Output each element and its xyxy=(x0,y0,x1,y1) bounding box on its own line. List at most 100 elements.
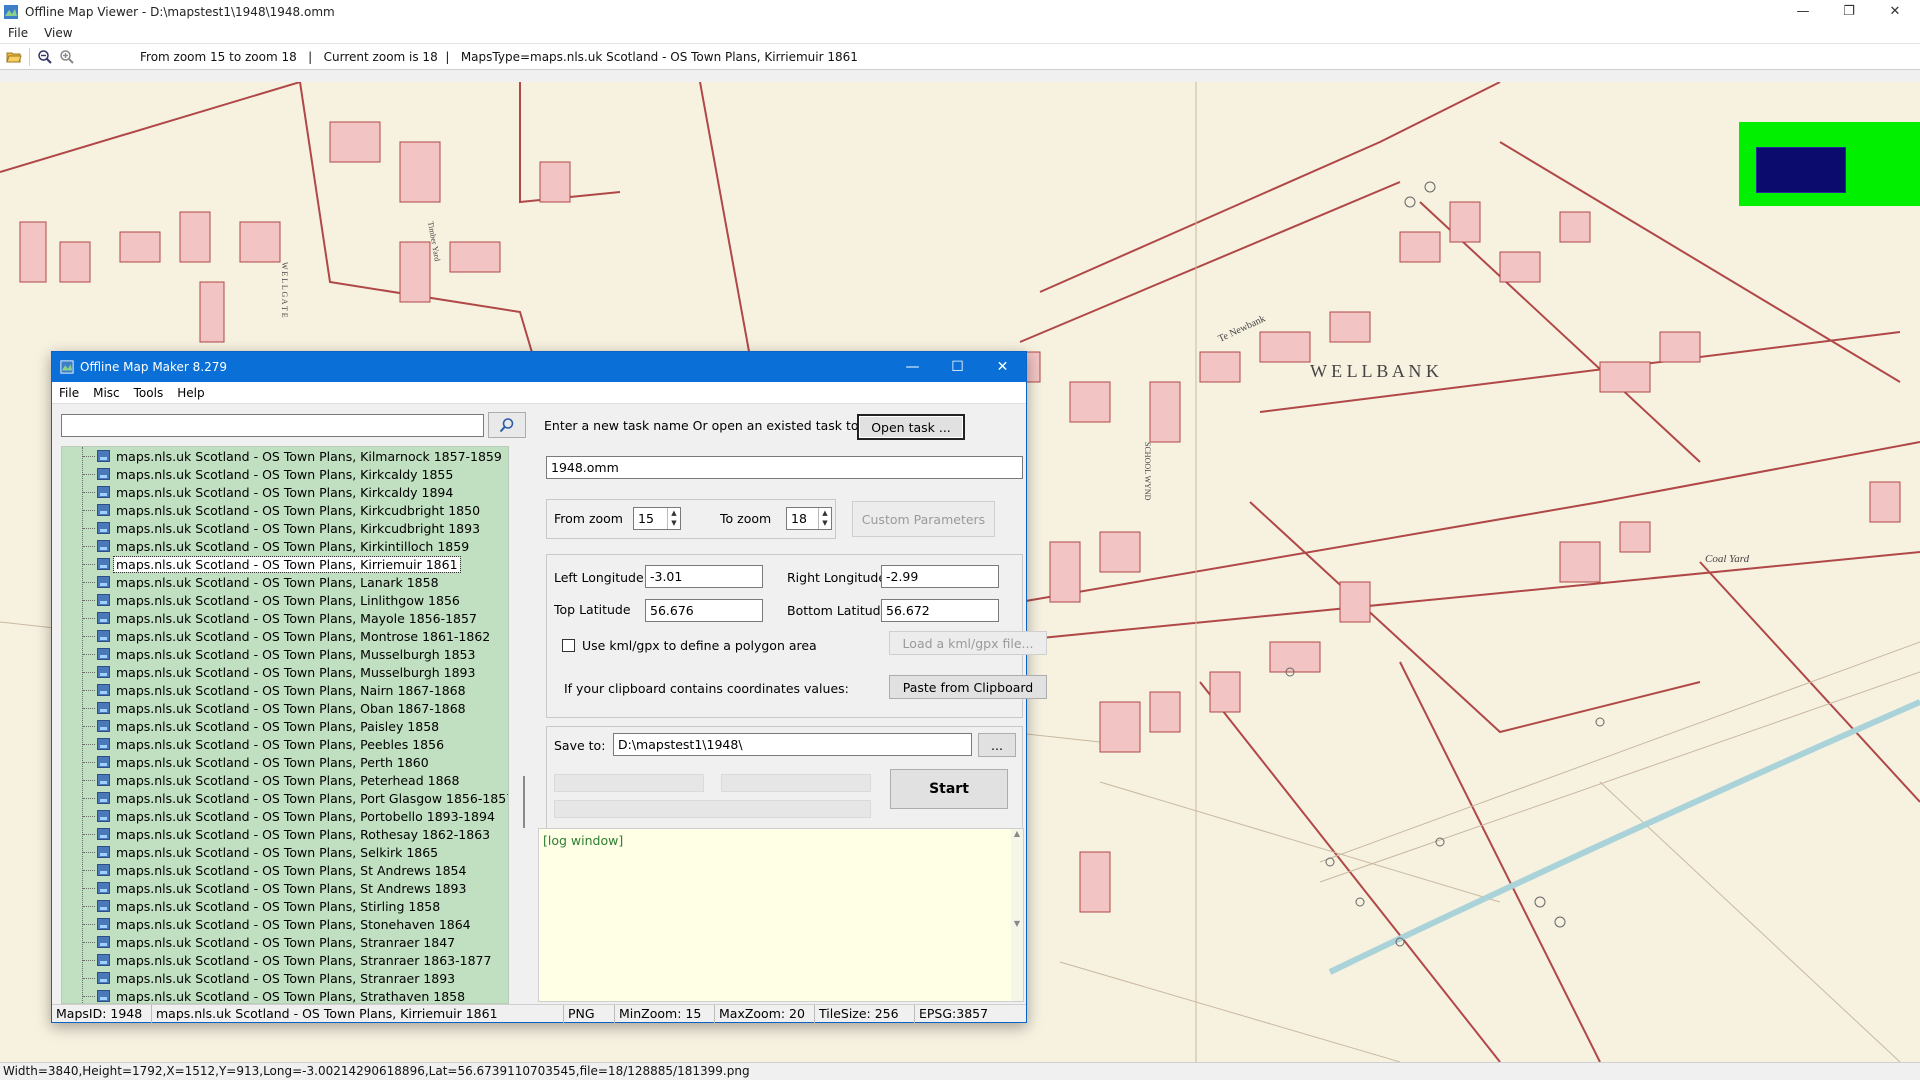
dialog-menu-misc[interactable]: Misc xyxy=(86,386,127,400)
map-source-tree[interactable]: maps.nls.uk Scotland - OS Town Plans, Ki… xyxy=(61,446,509,1004)
tree-item[interactable]: maps.nls.uk Scotland - OS Town Plans, Ki… xyxy=(62,519,482,537)
tree-scrollbar[interactable] xyxy=(518,446,530,1004)
tree-item-label: maps.nls.uk Scotland - OS Town Plans, Ki… xyxy=(116,448,502,464)
dialog-menu-file[interactable]: File xyxy=(52,386,86,400)
log-scrollbar[interactable]: ▲ ▼ xyxy=(1011,829,1023,1001)
load-kml-button[interactable]: Load a kml/gpx file... xyxy=(889,631,1047,655)
dialog-maximize-button[interactable]: ☐ xyxy=(935,352,980,382)
dialog-app-icon xyxy=(60,360,74,374)
status-epsg: EPSG:3857 xyxy=(919,1006,989,1021)
tree-item[interactable]: maps.nls.uk Scotland - OS Town Plans, Ki… xyxy=(62,537,471,555)
tree-item[interactable]: maps.nls.uk Scotland - OS Town Plans, St… xyxy=(62,933,457,951)
map-source-icon xyxy=(97,522,110,534)
minimize-button[interactable]: — xyxy=(1780,0,1826,23)
status-min-zoom: MinZoom: 15 xyxy=(615,1005,715,1023)
bottom-latitude-field[interactable]: 56.672 xyxy=(881,599,999,622)
tree-item[interactable]: maps.nls.uk Scotland - OS Town Plans, Ki… xyxy=(62,555,461,573)
tree-item[interactable]: maps.nls.uk Scotland - OS Town Plans, Li… xyxy=(62,591,462,609)
save-to-field[interactable]: D:\mapstest1\1948\ xyxy=(613,733,972,756)
tree-item[interactable]: maps.nls.uk Scotland - OS Town Plans, Po… xyxy=(62,789,509,807)
dialog-minimize-button[interactable]: — xyxy=(890,352,935,382)
map-source-icon xyxy=(97,846,110,858)
zoom-in-button[interactable] xyxy=(56,46,78,68)
tree-item[interactable]: maps.nls.uk Scotland - OS Town Plans, Ro… xyxy=(62,825,492,843)
tree-item[interactable]: maps.nls.uk Scotland - OS Town Plans, Ki… xyxy=(62,465,455,483)
status-format: PNG xyxy=(564,1005,615,1023)
to-zoom-arrows[interactable]: ▲ ▼ xyxy=(818,508,831,529)
tree-item[interactable]: maps.nls.uk Scotland - OS Town Plans, Pe… xyxy=(62,753,431,771)
left-longitude-field[interactable]: -3.01 xyxy=(645,565,763,588)
from-zoom-arrows[interactable]: ▲ ▼ xyxy=(667,508,680,529)
browse-button[interactable]: ... xyxy=(978,733,1016,757)
open-folder-button[interactable] xyxy=(3,46,25,68)
tree-item[interactable]: maps.nls.uk Scotland - OS Town Plans, St… xyxy=(62,879,468,897)
tree-item[interactable]: maps.nls.uk Scotland - OS Town Plans, St… xyxy=(62,915,473,933)
tree-item-label: maps.nls.uk Scotland - OS Town Plans, Po… xyxy=(116,790,509,806)
menu-view[interactable]: View xyxy=(36,26,80,40)
tree-item[interactable]: maps.nls.uk Scotland - OS Town Plans, St… xyxy=(62,987,467,1003)
tree-connector xyxy=(83,725,95,727)
tree-connector xyxy=(83,941,95,943)
tree-item[interactable]: maps.nls.uk Scotland - OS Town Plans, Pe… xyxy=(62,735,446,753)
menu-file[interactable]: File xyxy=(0,26,36,40)
tree-item[interactable]: maps.nls.uk Scotland - OS Town Plans, Pe… xyxy=(62,771,461,789)
save-to-label: Save to: xyxy=(554,738,606,753)
tree-connector xyxy=(83,545,95,547)
top-latitude-label: Top Latitude xyxy=(554,602,631,617)
tree-item[interactable]: maps.nls.uk Scotland - OS Town Plans, Mo… xyxy=(62,627,492,645)
top-latitude-field[interactable]: 56.676 xyxy=(645,599,763,622)
tree-connector xyxy=(83,815,95,817)
tree-scrollbar-thumb[interactable] xyxy=(523,776,525,828)
log-window[interactable]: [log window] ▲ ▼ xyxy=(538,828,1024,1002)
dialog-menu-help[interactable]: Help xyxy=(170,386,211,400)
overview-minimap[interactable] xyxy=(1739,122,1920,206)
tree-item[interactable]: maps.nls.uk Scotland - OS Town Plans, Ob… xyxy=(62,699,468,717)
restore-button[interactable]: ❐ xyxy=(1826,0,1872,23)
dialog-menu-tools[interactable]: Tools xyxy=(127,386,171,400)
minimap-viewport[interactable] xyxy=(1756,147,1846,193)
tree-connector xyxy=(83,851,95,853)
viewer-menubar: File View xyxy=(0,23,1920,43)
tree-item[interactable]: maps.nls.uk Scotland - OS Town Plans, Ma… xyxy=(62,609,479,627)
open-task-button[interactable]: Open task ... xyxy=(857,414,965,440)
tree-item[interactable]: maps.nls.uk Scotland - OS Town Plans, La… xyxy=(62,573,441,591)
status-maps-id: MapsID: 1948 xyxy=(52,1005,152,1023)
tree-item[interactable]: maps.nls.uk Scotland - OS Town Plans, St… xyxy=(62,969,457,987)
tree-item[interactable]: maps.nls.uk Scotland - OS Town Plans, Ki… xyxy=(62,501,482,519)
task-name-field[interactable]: 1948.omm xyxy=(546,456,1023,479)
tree-item[interactable]: maps.nls.uk Scotland - OS Town Plans, St… xyxy=(62,951,493,969)
dialog-close-button[interactable]: ✕ xyxy=(980,352,1025,382)
tree-connector xyxy=(83,689,95,691)
tree-item[interactable]: maps.nls.uk Scotland - OS Town Plans, St… xyxy=(62,861,468,879)
map-source-icon xyxy=(97,450,110,462)
close-button[interactable]: ✕ xyxy=(1872,0,1918,23)
tree-item[interactable]: maps.nls.uk Scotland - OS Town Plans, Se… xyxy=(62,843,440,861)
map-source-icon xyxy=(97,792,110,804)
tree-item-label: maps.nls.uk Scotland - OS Town Plans, Ro… xyxy=(116,826,491,842)
start-button[interactable]: Start xyxy=(890,769,1008,809)
tree-item[interactable]: maps.nls.uk Scotland - OS Town Plans, Mu… xyxy=(62,645,477,663)
tree-item[interactable]: maps.nls.uk Scotland - OS Town Plans, Ki… xyxy=(62,447,504,465)
use-kml-checkbox[interactable] xyxy=(562,639,575,652)
tree-item[interactable]: maps.nls.uk Scotland - OS Town Plans, Na… xyxy=(62,681,468,699)
tree-item-label: maps.nls.uk Scotland - OS Town Plans, Ki… xyxy=(116,502,481,518)
tree-item[interactable]: maps.nls.uk Scotland - OS Town Plans, Mu… xyxy=(62,663,477,681)
tree-connector xyxy=(83,905,95,907)
use-kml-label: Use kml/gpx to define a polygon area xyxy=(582,638,817,653)
map-search-button[interactable] xyxy=(488,412,526,438)
zoom-out-button[interactable] xyxy=(34,46,56,68)
tree-item-label: maps.nls.uk Scotland - OS Town Plans, Ki… xyxy=(116,466,454,482)
tree-item[interactable]: maps.nls.uk Scotland - OS Town Plans, Ki… xyxy=(62,483,455,501)
to-zoom-spinner[interactable]: 18 ▲ ▼ xyxy=(786,507,832,530)
tree-item[interactable]: maps.nls.uk Scotland - OS Town Plans, Po… xyxy=(62,807,497,825)
custom-parameters-button[interactable]: Custom Parameters xyxy=(852,501,995,537)
map-search-input[interactable] xyxy=(61,414,484,437)
tree-item-label: maps.nls.uk Scotland - OS Town Plans, Ki… xyxy=(113,555,461,573)
tree-item[interactable]: maps.nls.uk Scotland - OS Town Plans, St… xyxy=(62,897,442,915)
map-source-icon xyxy=(97,594,110,606)
from-zoom-spinner[interactable]: 15 ▲ ▼ xyxy=(633,507,681,530)
tree-item[interactable]: maps.nls.uk Scotland - OS Town Plans, Pa… xyxy=(62,717,441,735)
paste-clipboard-button[interactable]: Paste from Clipboard xyxy=(889,675,1047,699)
right-longitude-field[interactable]: -2.99 xyxy=(881,565,999,588)
tree-item-label: maps.nls.uk Scotland - OS Town Plans, Pa… xyxy=(116,718,440,734)
